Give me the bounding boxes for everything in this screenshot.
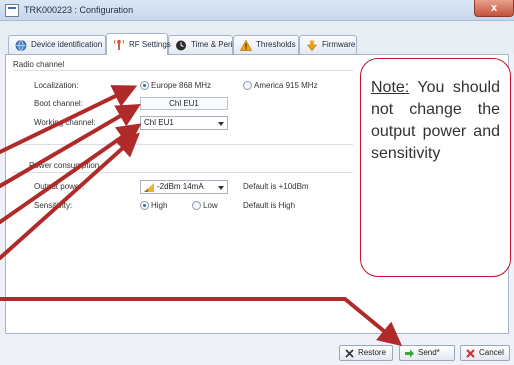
divider <box>13 70 353 71</box>
output-power-label: Output power: <box>34 182 85 191</box>
output-power-value: -2dBm 14mA <box>157 182 204 191</box>
tab-label: RF Settings <box>129 40 171 49</box>
clock-icon <box>176 40 186 51</box>
sensitivity-low-radio[interactable] <box>192 201 201 210</box>
window-title: TRK000223 : Configuration <box>24 5 134 15</box>
sensitivity-default: Default is High <box>243 201 296 210</box>
america-915-label: America 915 MHz <box>254 81 318 90</box>
x-icon <box>345 349 354 358</box>
tab-rf-settings[interactable]: RF Settings <box>106 33 171 55</box>
sensitivity-high-label: High <box>151 201 168 210</box>
divider <box>13 144 353 145</box>
configuration-window: TRK000223 : Configuration x Device ident… <box>0 0 514 365</box>
tab-label: Firmware <box>322 40 356 49</box>
radio-channel-section-title: Radio channel <box>13 60 65 69</box>
signal-strength-icon <box>144 183 154 192</box>
working-channel-dropdown[interactable]: Chl EU1 <box>140 116 228 130</box>
title-bar: TRK000223 : Configuration x <box>0 0 514 21</box>
america-915-radio[interactable] <box>243 81 252 90</box>
send-label: Send* <box>418 348 440 357</box>
boot-channel-field: Chl EU1 <box>140 97 228 110</box>
output-power-dropdown[interactable]: -2dBm 14mA <box>140 180 228 194</box>
europe-868-radio[interactable] <box>140 81 149 90</box>
warning-icon <box>240 40 252 51</box>
sensitivity-low-label: Low <box>203 201 218 210</box>
globe-icon <box>15 40 27 51</box>
sensitivity-high-radio[interactable] <box>140 201 149 210</box>
tab-label: Thresholds <box>256 40 296 49</box>
europe-868-label: Europe 868 MHz <box>151 81 212 90</box>
working-channel-value: Chl EU1 <box>144 118 174 127</box>
cancel-label: Cancel <box>479 348 504 357</box>
boot-channel-label: Boot channel: <box>34 99 83 108</box>
power-consumption-section-title: Power consumption <box>29 161 100 170</box>
close-button[interactable]: x <box>474 0 514 17</box>
restore-button[interactable]: Restore <box>339 345 393 361</box>
cancel-button[interactable]: Cancel <box>460 345 510 361</box>
restore-label: Restore <box>358 348 387 357</box>
download-icon <box>306 40 318 51</box>
tab-label: Device identification <box>31 40 103 49</box>
antenna-icon <box>114 39 124 50</box>
note-heading: Note: <box>371 79 410 96</box>
app-icon <box>5 4 19 17</box>
working-channel-label: Working channel: <box>34 118 96 127</box>
chevron-down-icon <box>218 186 224 190</box>
tab-device-identification[interactable]: Device identification <box>8 35 106 54</box>
localization-label: Localization: <box>34 81 79 90</box>
divider <box>13 172 353 173</box>
note-callout: Note: You should not change the output p… <box>360 58 511 277</box>
tab-thresholds[interactable]: Thresholds <box>233 35 299 54</box>
arrow-right-icon <box>405 349 414 358</box>
sensitivity-label: Sensitivity: <box>34 201 73 210</box>
cancel-icon <box>466 349 475 358</box>
send-button[interactable]: Send* <box>399 345 455 361</box>
chevron-down-icon <box>218 122 224 126</box>
output-power-default: Default is +10dBm <box>243 182 309 191</box>
tab-time-period[interactable]: Time & Period <box>168 35 241 54</box>
tab-firmware[interactable]: Firmware <box>299 35 357 54</box>
